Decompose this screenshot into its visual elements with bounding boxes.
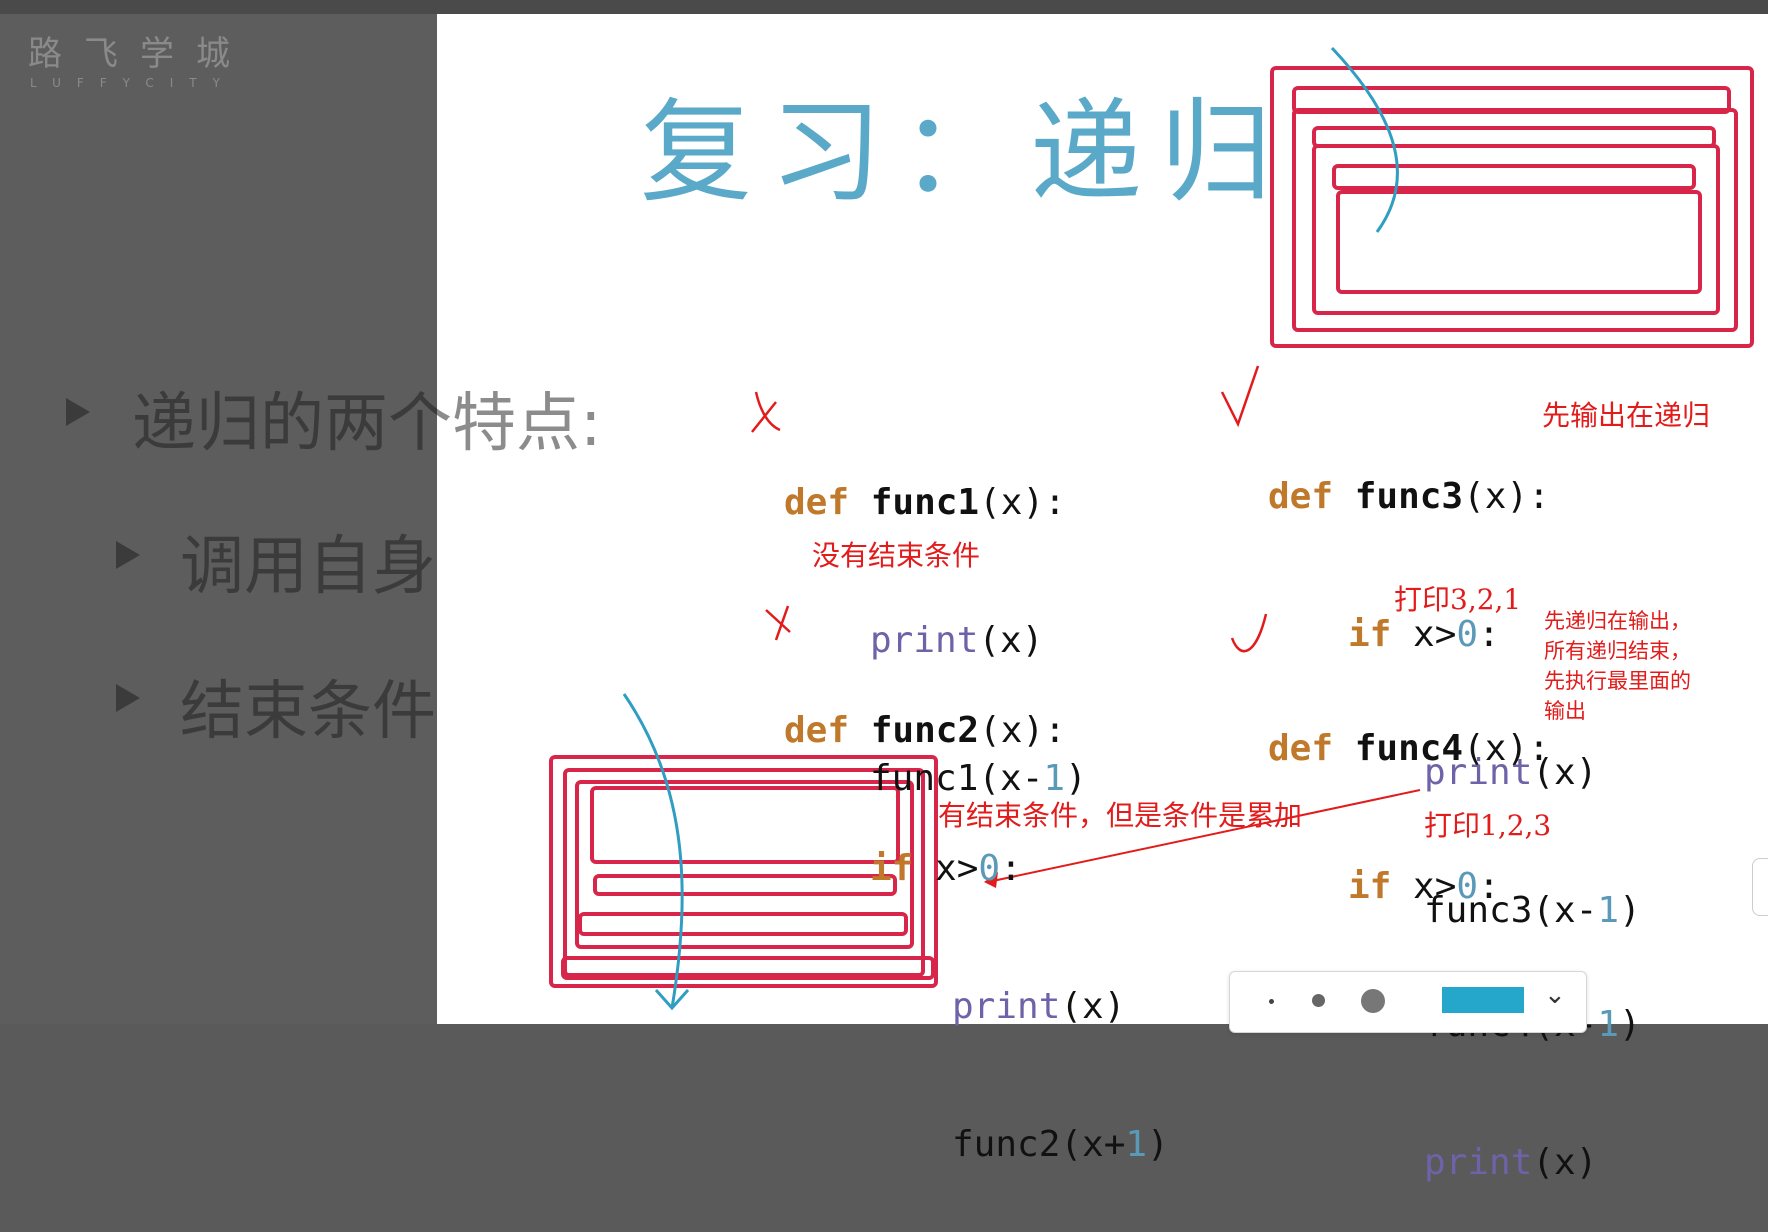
code-function-name: func1	[870, 482, 980, 523]
nested-boxes-drawing-top	[1270, 66, 1754, 348]
side-panel-tab[interactable]	[1752, 858, 1768, 916]
code-keyword: def	[784, 710, 850, 751]
check-mark-icon	[1220, 365, 1260, 428]
code-function-name: func4	[1354, 728, 1464, 769]
pen-size-large-button[interactable]	[1361, 989, 1385, 1013]
pen-size-small-button[interactable]	[1269, 999, 1274, 1004]
code-text: x>	[913, 848, 979, 889]
note-func4-side: 先递归在输出， 所有递归结束， 先执行最里面的 输出	[1544, 609, 1691, 723]
code-keyword: if	[870, 848, 914, 889]
chevron-down-icon[interactable]: ⌄	[1544, 980, 1566, 1010]
note-func2: 有结束条件，但是条件是累加	[938, 799, 1303, 832]
code-text: )	[1619, 1004, 1641, 1045]
note-func1: 没有结束条件	[812, 539, 981, 572]
code-text: func2(x+	[952, 1124, 1126, 1165]
code-text: :	[1478, 866, 1500, 907]
code-text: (x)	[1060, 986, 1126, 1027]
code-number: 0	[978, 848, 1001, 889]
code-number: 1	[1125, 1124, 1148, 1165]
color-swatch-button[interactable]	[1442, 987, 1524, 1013]
note-func4-below: 打印1,2,3	[1424, 809, 1552, 842]
note-func3-side: 先输出在递归	[1542, 399, 1711, 432]
code-number: 1	[1597, 1004, 1620, 1045]
pen-size-medium-button[interactable]	[1312, 994, 1325, 1007]
code-builtin: print	[1424, 1142, 1533, 1183]
code-text: (x):	[979, 482, 1066, 523]
code-keyword: def	[1268, 476, 1334, 517]
code-text: (x):	[1463, 476, 1550, 517]
code-text: x>	[1391, 866, 1457, 907]
code-keyword: if	[1348, 866, 1392, 907]
code-builtin: print	[952, 986, 1061, 1027]
recursion-curve-bottom	[622, 693, 690, 1011]
code-text: (x):	[979, 710, 1066, 751]
code-text: )	[1147, 1124, 1169, 1165]
code-text: :	[1000, 848, 1022, 889]
code-func2: def func2(x): if x>0: print(x) func2(x+1…	[784, 616, 1169, 1214]
code-number: 0	[1456, 866, 1479, 907]
code-function-name: func2	[870, 710, 980, 751]
cross-mark-icon	[751, 391, 781, 433]
code-text: (x)	[1532, 1142, 1598, 1183]
code-keyword: def	[1268, 728, 1334, 769]
check-mark-icon	[1230, 613, 1268, 653]
code-keyword: def	[784, 482, 850, 523]
recursion-curve-top	[1330, 46, 1399, 233]
note-func3-below: 打印3,2,1	[1394, 583, 1522, 616]
code-text: (x):	[1463, 728, 1550, 769]
code-function-name: func3	[1354, 476, 1464, 517]
